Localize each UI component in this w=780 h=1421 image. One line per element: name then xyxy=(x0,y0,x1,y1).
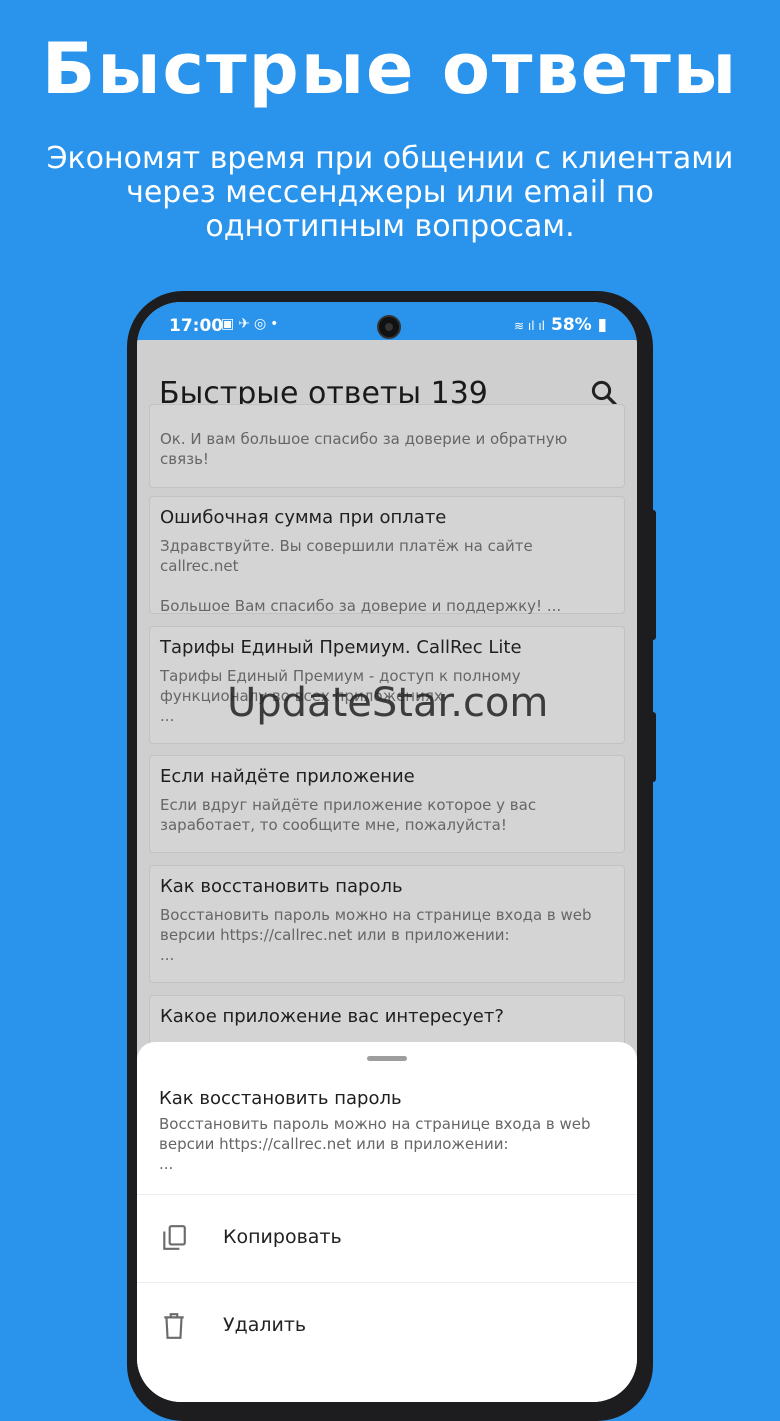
delete-button[interactable]: Удалить xyxy=(137,1282,637,1370)
card-title: Если найдёте приложение xyxy=(160,766,415,787)
sheet-drag-handle[interactable] xyxy=(367,1056,407,1061)
phone-screen: 17:00 ▣✈◎• ≋ ıl ıl 58% ▮ Быстрые ответы 1… xyxy=(137,302,637,1402)
card-body: Восстановить пароль можно на странице вх… xyxy=(160,906,592,964)
battery-icon: ▮ xyxy=(597,315,607,335)
copy-button[interactable]: Копировать xyxy=(137,1194,637,1282)
card-title: Ошибочная сумма при оплате xyxy=(160,507,447,528)
status-battery: ≋ ıl ıl 58% ▮ xyxy=(513,315,607,335)
list-item[interactable]: Ошибочная сумма при оплате Здравствуйте.… xyxy=(149,496,625,615)
bottom-sheet: Как восстановить пароль Восстановить пар… xyxy=(137,1042,637,1402)
hero-title: Быстрые ответы xyxy=(41,28,739,110)
card-body: Здравствуйте. Вы совершили платёж на сай… xyxy=(160,537,562,615)
copy-label: Копировать xyxy=(223,1226,342,1248)
card-body: Ок. И вам большое спасибо за доверие и о… xyxy=(160,430,568,468)
copy-icon xyxy=(163,1225,186,1250)
list-item[interactable]: Как восстановить пароль Восстановить пар… xyxy=(149,865,625,983)
list-item[interactable]: Если найдёте приложение Если вдруг найдё… xyxy=(149,755,625,853)
hero-subtitle: Экономят время при общении с клиентами ч… xyxy=(46,141,734,244)
card-title: Какое приложение вас интересует? xyxy=(160,1006,504,1027)
watermark: UpdateStar.com xyxy=(227,680,549,726)
phone-volume-button xyxy=(650,510,656,640)
trash-icon xyxy=(164,1313,184,1339)
list-item[interactable]: Ок. И вам большое спасибо за доверие и о… xyxy=(149,404,625,488)
sheet-title: Как восстановить пароль xyxy=(159,1088,402,1109)
front-camera xyxy=(377,315,401,339)
card-title: Тарифы Единый Премиум. CallRec Lite xyxy=(160,637,522,658)
status-time: 17:00 xyxy=(169,316,224,336)
card-body: Если вдруг найдёте приложение которое у … xyxy=(160,796,537,834)
card-title: Как восстановить пароль xyxy=(160,876,403,897)
phone-power-button xyxy=(650,712,656,782)
sheet-body: Восстановить пароль можно на странице вх… xyxy=(159,1115,591,1173)
status-bar: 17:00 ▣✈◎• ≋ ıl ıl 58% ▮ xyxy=(137,302,637,340)
delete-label: Удалить xyxy=(223,1314,307,1336)
notification-icons: ▣✈◎• xyxy=(221,316,283,332)
signal-icon: ≋ ıl ıl xyxy=(513,319,546,333)
